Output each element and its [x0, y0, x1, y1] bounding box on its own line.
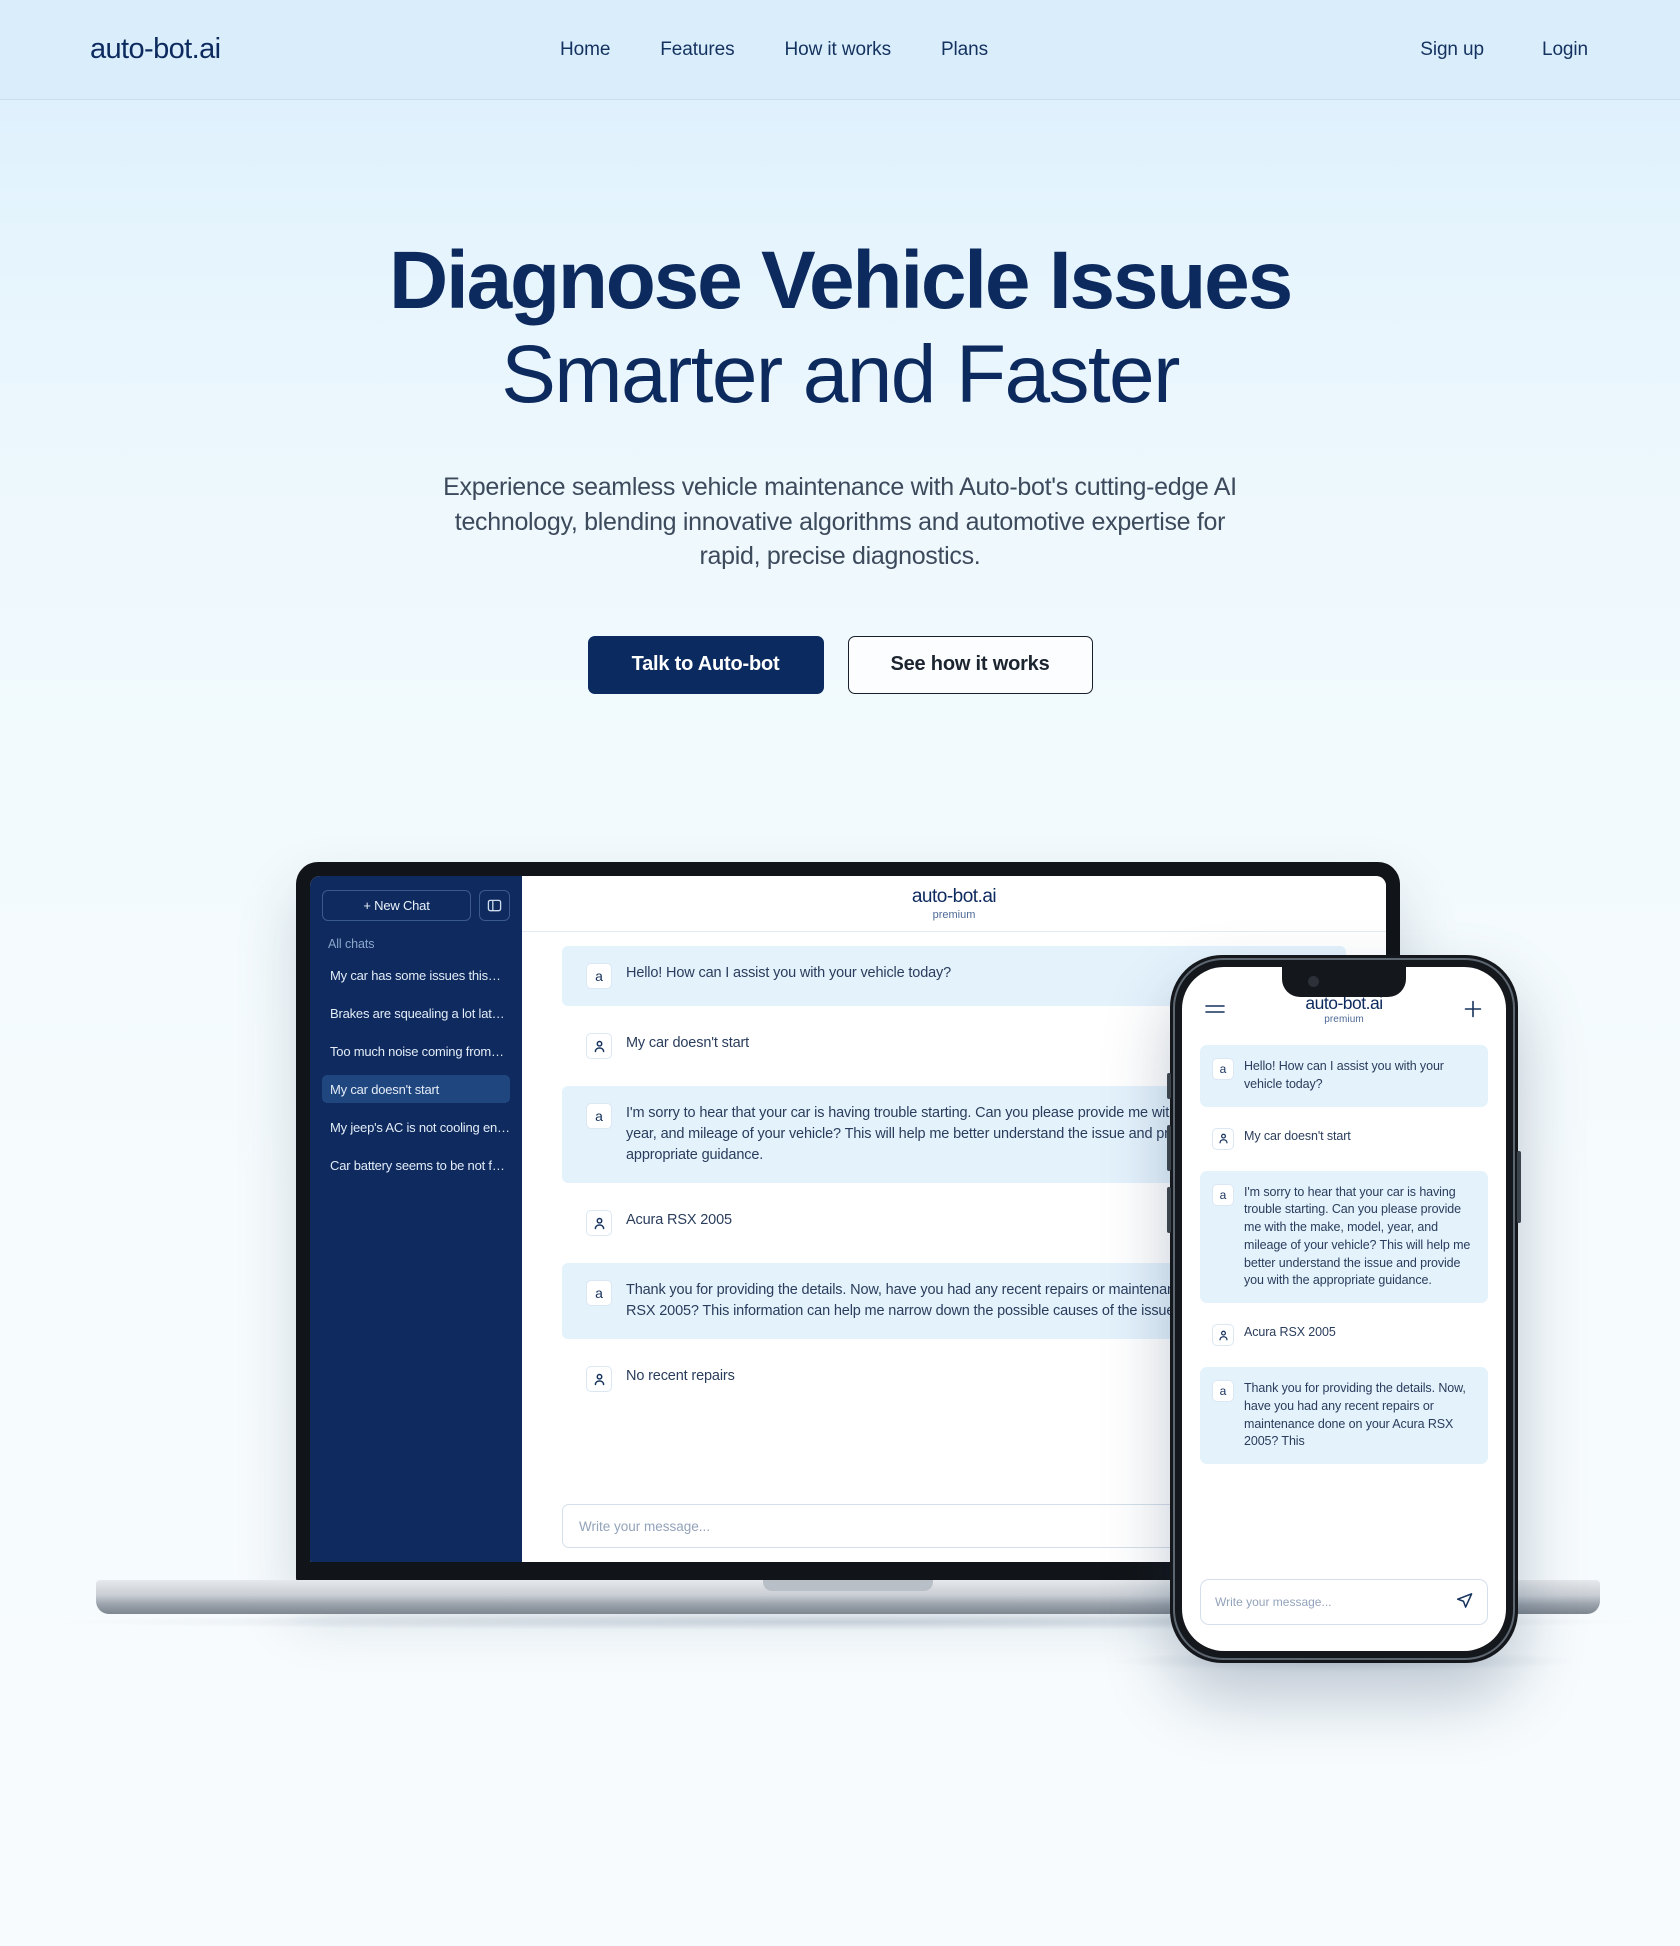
bot-avatar: a — [1212, 1183, 1234, 1206]
user-avatar — [586, 1210, 612, 1237]
bot-avatar: a — [1212, 1380, 1234, 1402]
phone-power-button — [1517, 1151, 1521, 1223]
user-avatar — [1212, 1324, 1234, 1346]
hero-cta-row: Talk to Auto-bot See how it works — [0, 635, 1680, 694]
sidebar-top-row: + New Chat — [322, 890, 510, 921]
chat-sidebar: + New Chat All chats My car has some iss… — [310, 876, 522, 1562]
phone-message-input[interactable]: Write your message... — [1200, 1579, 1488, 1625]
primary-nav: Home Features How it works Plans — [560, 39, 988, 61]
sidebar-chat-item-3[interactable]: My car doesn't start — [322, 1075, 510, 1103]
nav-link-home[interactable]: Home — [560, 39, 610, 61]
panel-icon — [487, 899, 502, 912]
brand-logo[interactable]: auto-bot.ai — [90, 33, 221, 66]
auth-nav: Sign up Login — [1420, 39, 1588, 61]
chat-header-plan: premium — [932, 909, 976, 921]
phone-camera — [1308, 976, 1319, 987]
plus-glyph — [1464, 1000, 1482, 1018]
plus-icon[interactable] — [1460, 996, 1486, 1022]
bot-avatar: a — [1212, 1058, 1234, 1080]
sidebar-chat-item-5[interactable]: Car battery seems to be not f… — [322, 1151, 510, 1179]
message-text: I'm sorry to hear that your car is havin… — [1244, 1184, 1471, 1288]
phone-input-placeholder: Write your message... — [1215, 1595, 1332, 1609]
bot-avatar: a — [586, 1280, 612, 1307]
phone-message-bot-0: a Hello! How can I assist you with your … — [1200, 1045, 1488, 1107]
phone-silent-switch — [1167, 1073, 1171, 1099]
device-showcase: + New Chat All chats My car has some iss… — [0, 850, 1680, 1946]
person-icon — [594, 1373, 604, 1385]
person-icon — [1218, 1133, 1228, 1144]
phone-header-plan: premium — [1324, 1014, 1364, 1025]
talk-to-autobot-button[interactable]: Talk to Auto-bot — [587, 635, 824, 694]
phone-message-user-1: My car doesn't start — [1200, 1115, 1488, 1163]
phone-message-bot-2: a I'm sorry to hear that your car is hav… — [1200, 1170, 1488, 1303]
all-chats-label: All chats — [328, 937, 375, 951]
message-text: Thank you for providing the details. Now… — [1244, 1381, 1466, 1449]
nav-link-plans[interactable]: Plans — [941, 39, 988, 61]
phone-mockup: auto-bot.ai premium a Hello! How can I a… — [1167, 955, 1521, 1663]
user-avatar — [1212, 1127, 1234, 1150]
sidebar-chat-item-1[interactable]: Brakes are squealing a lot lat… — [322, 999, 510, 1027]
user-avatar — [586, 1366, 612, 1393]
message-text: Acura RSX 2005 — [1244, 1325, 1336, 1339]
nav-link-features[interactable]: Features — [660, 39, 734, 61]
nav-link-how-it-works[interactable]: How it works — [784, 39, 891, 61]
message-text: No recent repairs — [626, 1368, 735, 1385]
phone-screen: auto-bot.ai premium a Hello! How can I a… — [1182, 967, 1506, 1651]
person-icon — [594, 1040, 604, 1052]
phone-message-bot-4: a Thank you for providing the details. N… — [1200, 1367, 1488, 1464]
hamburger-glyph — [1205, 1005, 1225, 1013]
chat-header: auto-bot.ai premium — [522, 876, 1386, 932]
bot-avatar: a — [586, 963, 612, 989]
person-icon — [594, 1217, 604, 1229]
message-text: Acura RSX 2005 — [626, 1212, 732, 1229]
see-how-it-works-button[interactable]: See how it works — [847, 635, 1093, 694]
login-link[interactable]: Login — [1542, 39, 1588, 61]
bot-avatar: a — [586, 1103, 612, 1129]
signup-link[interactable]: Sign up — [1420, 39, 1484, 61]
message-text: My car doesn't start — [626, 1035, 750, 1051]
hero-title-line-2: Smarter and Faster — [501, 329, 1180, 420]
message-text: My car doesn't start — [1244, 1128, 1351, 1143]
message-text: Hello! How can I assist you with your ve… — [626, 965, 952, 981]
phone-logo-group: auto-bot.ai premium — [1228, 993, 1460, 1025]
phone-volume-down-button — [1167, 1187, 1171, 1233]
phone-notch — [1282, 967, 1406, 997]
sidebar-toggle-button[interactable] — [479, 890, 510, 921]
hamburger-icon[interactable] — [1202, 996, 1228, 1022]
hero-title-line-1: Diagnose Vehicle Issues — [389, 235, 1293, 326]
top-navbar: auto-bot.ai Home Features How it works P… — [0, 0, 1680, 100]
person-icon — [1218, 1330, 1228, 1340]
send-icon[interactable] — [1456, 1592, 1473, 1612]
phone-body: auto-bot.ai premium a Hello! How can I a… — [1167, 955, 1521, 1663]
phone-volume-up-button — [1167, 1125, 1171, 1171]
chat-header-logo: auto-bot.ai — [911, 886, 997, 907]
phone-composer: Write your message... — [1200, 1579, 1488, 1625]
sidebar-chat-item-0[interactable]: My car has some issues this… — [322, 961, 510, 989]
hero-section: Diagnose Vehicle Issues Smarter and Fast… — [0, 100, 1680, 694]
sidebar-chat-item-2[interactable]: Too much noise coming from… — [322, 1037, 510, 1065]
laptop-base-notch — [763, 1580, 933, 1591]
hero-subtitle: Experience seamless vehicle maintenance … — [443, 473, 1237, 570]
phone-message-list: a Hello! How can I assist you with your … — [1182, 1029, 1506, 1651]
message-text: Hello! How can I assist you with your ve… — [1244, 1059, 1444, 1091]
sidebar-chat-item-4[interactable]: My jeep's AC is not cooling en… — [322, 1113, 510, 1141]
phone-message-user-3: Acura RSX 2005 — [1200, 1311, 1488, 1359]
page-title: Diagnose Vehicle Issues Smarter and Fast… — [0, 240, 1680, 416]
new-chat-button[interactable]: + New Chat — [322, 890, 471, 921]
user-avatar — [586, 1033, 612, 1059]
send-glyph — [1456, 1593, 1473, 1608]
